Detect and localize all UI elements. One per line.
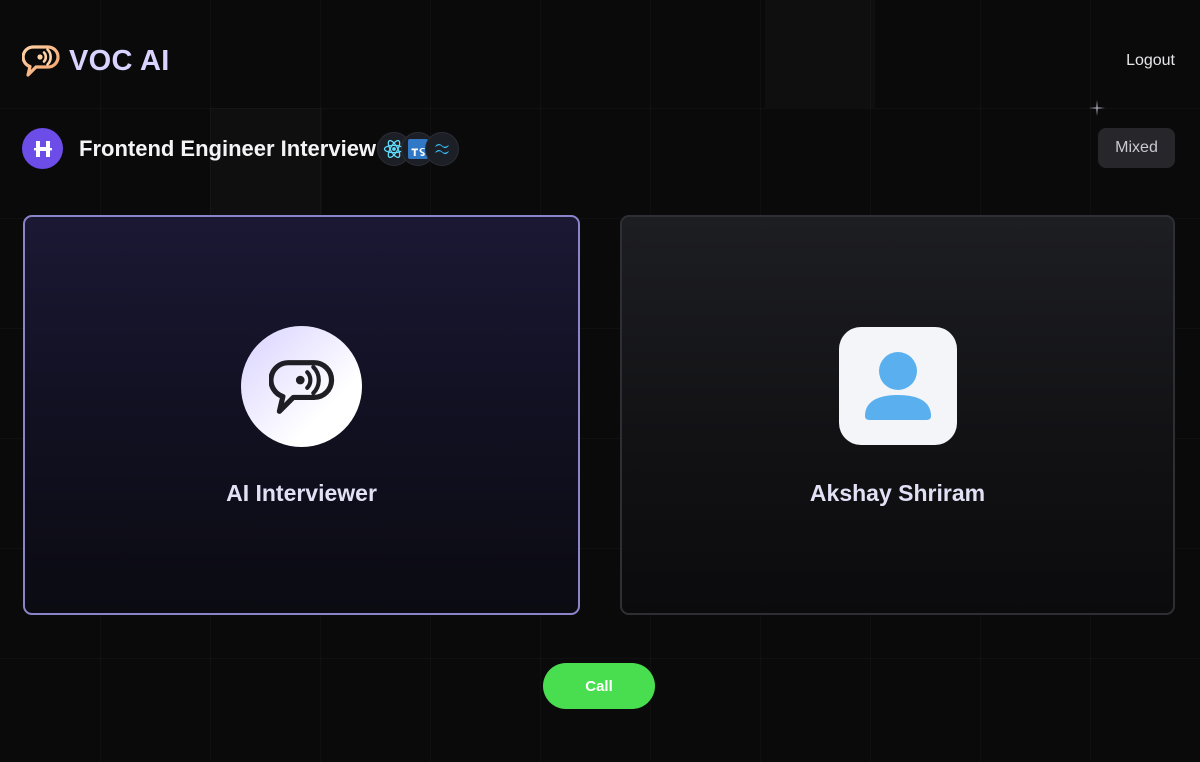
tech-stack-icons [377,131,460,166]
tailwind-icon [435,143,450,154]
chat-bubble-broadcast-icon [22,45,60,77]
background-block [765,0,875,108]
sparkle-icon [1089,100,1105,116]
candidate-name: Akshay Shriram [809,480,986,506]
ai-avatar [241,326,362,447]
interview-avatar [22,128,63,169]
ai-interviewer-name: AI Interviewer [226,480,377,506]
user-silhouette-icon [864,352,931,420]
interview-header: Frontend Engineer Interview [22,128,460,169]
hashnode-logo-icon [33,140,52,157]
app-logo[interactable]: VOC AI [22,44,170,78]
call-button[interactable]: Call [543,663,655,709]
chat-bubble-broadcast-icon [268,359,334,414]
candidate-card: Akshay Shriram [620,215,1175,615]
candidate-avatar [838,327,957,445]
tech-stack-item [425,131,460,166]
logout-link[interactable]: Logout [1126,52,1175,70]
ai-interviewer-card: AI Interviewer [23,215,580,615]
logo-text: VOC AI [69,44,170,77]
interview-type-badge: Mixed [1098,128,1175,168]
interview-title: Frontend Engineer Interview [79,135,377,161]
